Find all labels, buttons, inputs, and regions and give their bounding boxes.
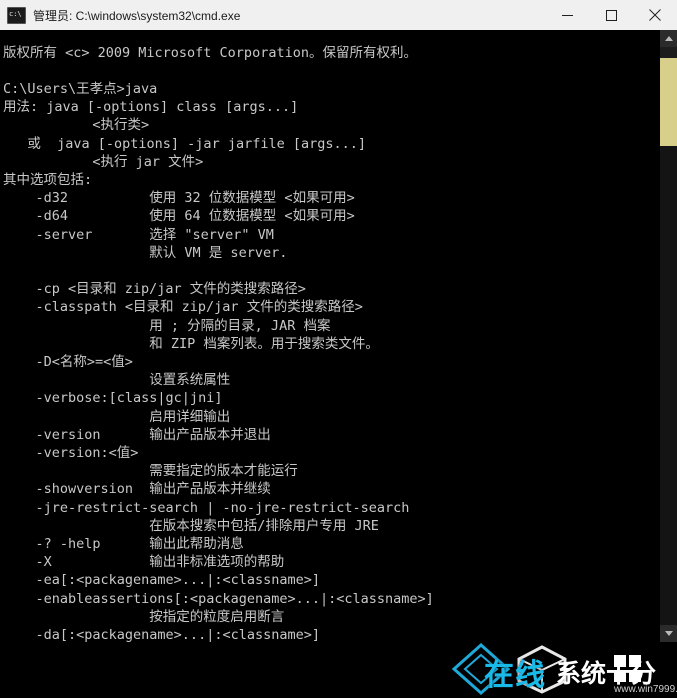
scroll-up-arrow-button[interactable]: [660, 30, 677, 47]
scroll-up-arrow-icon: [664, 36, 673, 41]
watermark-strip: 在线 系统十分 www.win7999.com: [0, 642, 677, 698]
minimize-icon: [561, 14, 573, 16]
scrollbar-thumb[interactable]: [660, 58, 677, 146]
close-icon: [649, 9, 661, 21]
minimize-button[interactable]: [545, 1, 589, 30]
windows-logo-icon: [614, 655, 642, 683]
watermark-brand-cn: 在线: [484, 658, 546, 693]
scrollbar-track[interactable]: [660, 146, 677, 625]
watermark-url: www.win7999.com: [614, 684, 677, 695]
application-window: 管理员: C:\windows\system32\cmd.exe 版权所有 <c…: [0, 0, 677, 698]
close-button[interactable]: [633, 1, 677, 30]
window-title: 管理员: C:\windows\system32\cmd.exe: [33, 8, 241, 23]
window-title-bar: 管理员: C:\windows\system32\cmd.exe: [0, 0, 677, 31]
maximize-icon: [605, 9, 617, 21]
console-scrollbar[interactable]: [660, 30, 677, 642]
cmd-console-icon: [7, 6, 26, 24]
console-text: 版权所有 <c> 2009 Microsoft Corporation。保留所有…: [3, 44, 434, 643]
scroll-down-arrow-icon: [664, 631, 673, 636]
scroll-down-arrow-button[interactable]: [660, 625, 677, 642]
maximize-button[interactable]: [589, 1, 633, 30]
console-output-area[interactable]: 版权所有 <c> 2009 Microsoft Corporation。保留所有…: [0, 30, 677, 642]
